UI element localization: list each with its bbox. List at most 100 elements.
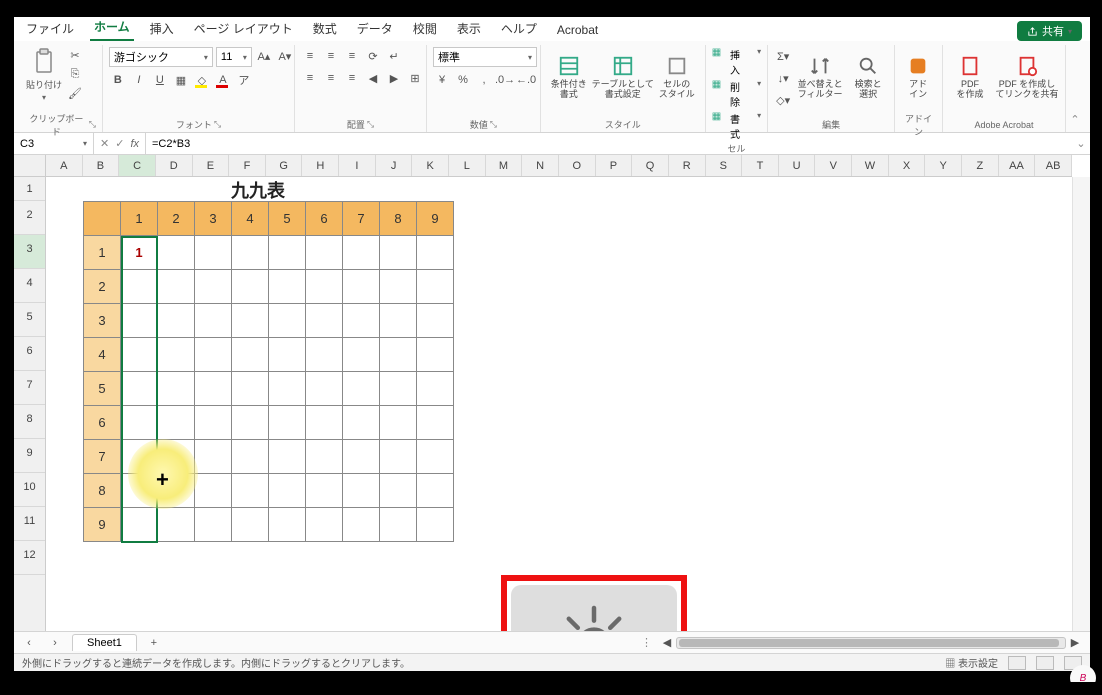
autosum-button[interactable]: Σ▾ [774,47,792,65]
font-launcher[interactable]: ⤡ [214,119,221,130]
column-header[interactable]: B [83,155,120,176]
column-header[interactable]: X [889,155,926,176]
tab-help[interactable]: ヘルプ [497,18,541,41]
column-header[interactable]: M [486,155,523,176]
column-header[interactable]: K [412,155,449,176]
tab-acrobat[interactable]: Acrobat [553,21,602,41]
row-header[interactable]: 5 [14,303,45,337]
tab-view[interactable]: 表示 [453,18,485,41]
sheet-next-button[interactable]: › [46,634,64,652]
hscroll-left-button[interactable]: ◀ [658,634,676,652]
align-bottom-button[interactable]: ≡ [343,47,361,65]
font-name-combo[interactable]: 游ゴシック▾ [109,47,213,67]
row-header[interactable]: 8 [14,405,45,439]
number-launcher[interactable]: ⤡ [490,119,497,130]
column-header[interactable]: C [119,155,156,176]
increase-decimal-button[interactable]: .0→ [496,71,514,89]
align-top-button[interactable]: ≡ [301,47,319,65]
column-header[interactable]: H [302,155,339,176]
fill-color-button[interactable]: ◇ [193,71,211,89]
expand-formula-bar-button[interactable]: ⌄ [1072,135,1090,153]
row-header[interactable]: 12 [14,541,45,575]
increase-font-button[interactable]: A▴ [255,47,273,65]
font-size-combo[interactable]: 11▾ [216,47,252,67]
row-header[interactable]: 1 [14,177,45,201]
fill-button[interactable]: ↓▾ [774,69,792,87]
column-header[interactable]: G [266,155,303,176]
row-header[interactable]: 2 [14,201,45,235]
decrease-decimal-button[interactable]: ←.0 [517,71,535,89]
alignment-launcher[interactable]: ⤡ [367,119,374,130]
select-all-corner[interactable] [14,155,46,177]
clear-button[interactable]: ◇▾ [774,91,792,109]
row-header[interactable]: 10 [14,473,45,507]
row-header[interactable]: 7 [14,371,45,405]
sheet-tab[interactable]: Sheet1 [72,634,137,651]
format-painter-button[interactable]: 🖌 [66,85,84,101]
row-header[interactable]: 11 [14,507,45,541]
column-header[interactable]: I [339,155,376,176]
phonetic-button[interactable]: ア [235,71,253,89]
column-header[interactable]: V [815,155,852,176]
cell-c3[interactable]: 1 [121,236,158,270]
accept-formula-button[interactable]: ✓ [115,137,124,150]
orientation-button[interactable]: ⟳ [364,47,382,65]
share-pdf-button[interactable]: PDF を作成し てリンクを共有 [995,47,1059,107]
currency-button[interactable]: ¥ [433,71,451,89]
font-color-button[interactable]: A [214,71,232,89]
merge-button[interactable]: ⊞ [406,69,424,87]
column-header[interactable]: J [376,155,413,176]
create-pdf-button[interactable]: PDF を作成 [949,47,991,107]
spreadsheet-grid[interactable]: ABCDEFGHIJKLMNOPQRSTUVWXYZAAAB 123456789… [14,155,1090,631]
find-select-button[interactable]: 検索と 選択 [848,47,888,107]
column-header[interactable]: R [669,155,706,176]
align-right-button[interactable]: ≡ [343,69,361,87]
horizontal-scrollbar[interactable] [676,637,1066,649]
addins-button[interactable]: アド イン [901,47,935,107]
column-header[interactable]: T [742,155,779,176]
cancel-formula-button[interactable]: ✕ [100,137,109,150]
column-header[interactable]: L [449,155,486,176]
display-settings-button[interactable]: ▦ 表示設定 [945,655,998,670]
sort-filter-button[interactable]: 並べ替えと フィルター [796,47,844,107]
number-format-combo[interactable]: 標準▾ [433,47,537,67]
share-button[interactable]: 共有 ▾ [1017,21,1082,41]
decrease-font-button[interactable]: A▾ [276,47,294,65]
vertical-scrollbar[interactable] [1072,177,1090,631]
delete-cells-button[interactable]: ▦ 削除 ▾ [712,79,761,109]
column-header[interactable]: Z [962,155,999,176]
column-header[interactable]: Y [925,155,962,176]
formula-input[interactable]: =C2*B3 [146,138,1072,150]
column-header[interactable]: Q [632,155,669,176]
column-header[interactable]: S [706,155,743,176]
new-sheet-button[interactable]: + [145,634,163,652]
column-header[interactable]: AB [1035,155,1072,176]
comma-button[interactable]: , [475,71,493,89]
cells-area[interactable]: 九九表 1 2 3 4 5 6 7 8 9 11 2 3 4 5 [46,177,1072,631]
cell-styles-button[interactable]: セルの スタイル [655,47,699,107]
paste-button[interactable]: 貼り付け ▾ [26,47,62,103]
row-header[interactable]: 4 [14,269,45,303]
wrap-text-button[interactable]: ↵ [385,47,403,65]
column-header[interactable]: O [559,155,596,176]
normal-view-button[interactable] [1008,656,1026,670]
column-header[interactable]: P [596,155,633,176]
column-header[interactable]: F [229,155,266,176]
clipboard-launcher[interactable]: ⤡ [89,119,96,130]
tab-review[interactable]: 校閲 [409,18,441,41]
borders-button[interactable]: ▦ [172,71,190,89]
column-header[interactable]: A [46,155,83,176]
tab-insert[interactable]: 挿入 [146,18,178,41]
tab-page-layout[interactable]: ページ レイアウト [190,18,297,41]
hscroll-right-button[interactable]: ▶ [1066,634,1084,652]
row-headers[interactable]: 123456789101112 [14,177,46,631]
name-box[interactable]: C3▾ [14,133,94,154]
align-middle-button[interactable]: ≡ [322,47,340,65]
indent-increase-button[interactable]: ▶ [385,69,403,87]
column-header[interactable]: E [193,155,230,176]
page-layout-view-button[interactable] [1036,656,1054,670]
tab-home[interactable]: ホーム [90,16,134,41]
column-headers[interactable]: ABCDEFGHIJKLMNOPQRSTUVWXYZAAAB [46,155,1072,177]
align-left-button[interactable]: ≡ [301,69,319,87]
underline-button[interactable]: U [151,71,169,89]
